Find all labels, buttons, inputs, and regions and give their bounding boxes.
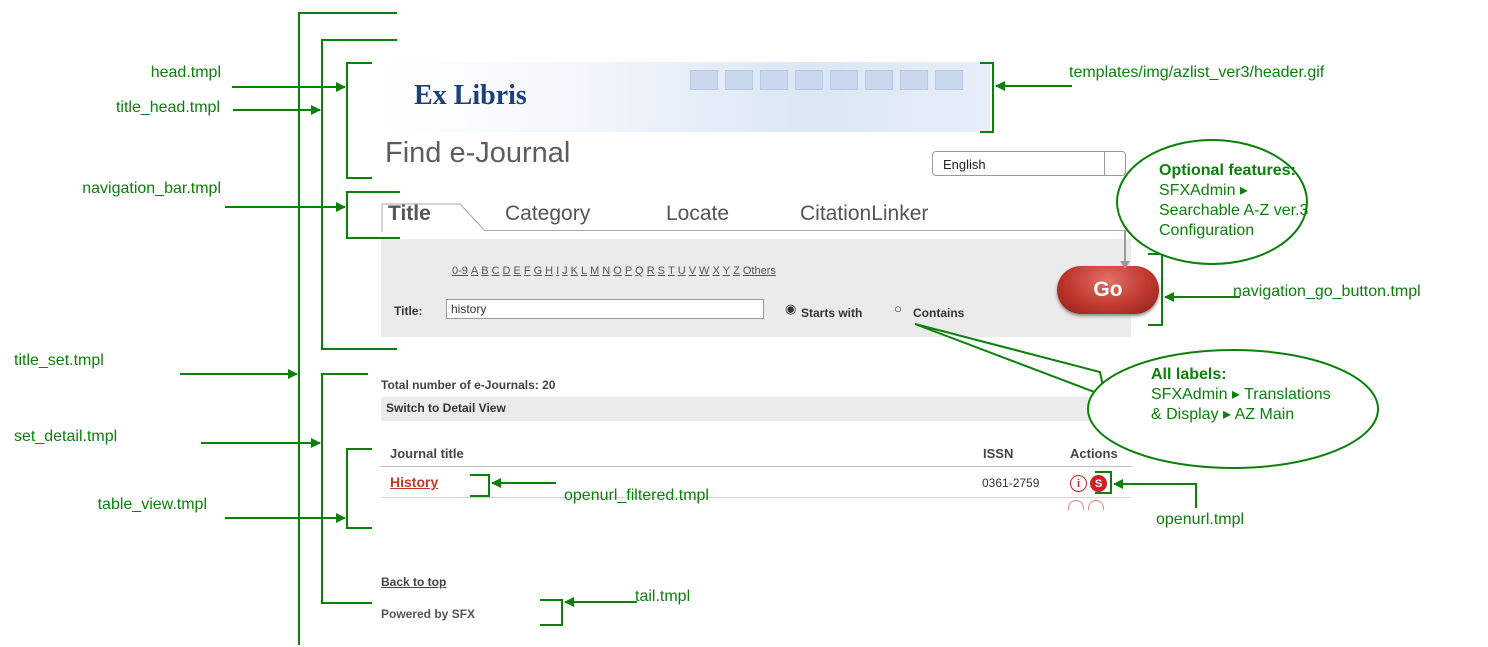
label-tail: tail.tmpl (635, 588, 691, 605)
optional-features-callout: Optional features: SFXAdmin ▸ Searchable… (1159, 161, 1308, 241)
callout-title: All labels: (1151, 366, 1227, 383)
head-bracket (346, 62, 372, 179)
annotation-overlay (180, 12, 1379, 645)
label-head: head.tmpl (150, 64, 221, 81)
label-title-set: title_set.tmpl (14, 352, 104, 369)
table-view-bracket (346, 448, 372, 529)
callout-line: Configuration (1159, 222, 1255, 239)
label-openurl: openurl.tmpl (1156, 511, 1245, 528)
openurl-arrow (1113, 479, 1197, 508)
label-navigation-go-button: navigation_go_button.tmpl (1233, 283, 1421, 300)
navbar-bracket (346, 191, 400, 239)
label-header-gif: templates/img/azlist_ver3/header.gif (1069, 64, 1325, 81)
label-table-view: table_view.tmpl (97, 496, 207, 513)
all-labels-callout: All labels: SFXAdmin ▸ Translations & Di… (1151, 365, 1331, 425)
labels-callout-tail (914, 323, 1107, 398)
callout-title: Optional features: (1159, 162, 1296, 179)
openurl-bracket (1095, 471, 1112, 494)
callout-line: SFXAdmin ▸ (1159, 182, 1248, 199)
callout-line: Searchable A-Z ver.3 (1159, 202, 1309, 219)
tail-bracket (540, 599, 563, 626)
label-openurl-filtered: openurl_filtered.tmpl (564, 487, 709, 504)
go-button-bracket (1148, 253, 1163, 326)
openurl-filtered-bracket (470, 474, 490, 497)
label-set-detail: set_detail.tmpl (14, 428, 118, 445)
callout-line: & Display ▸ AZ Main (1151, 406, 1295, 423)
callout-line: SFXAdmin ▸ Translations (1151, 386, 1331, 403)
header-gif-bracket (980, 62, 994, 133)
label-title-head: title_head.tmpl (115, 99, 220, 116)
label-navigation-bar: navigation_bar.tmpl (82, 180, 221, 197)
